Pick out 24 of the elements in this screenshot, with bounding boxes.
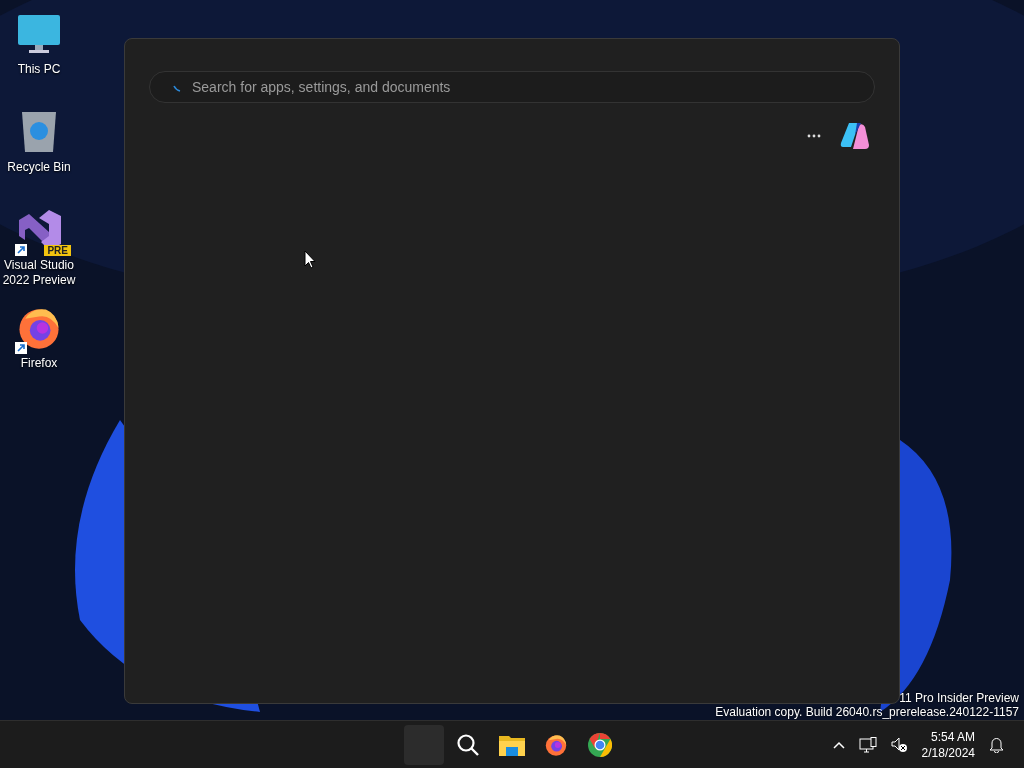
firefox-icon	[544, 732, 568, 757]
more-icon[interactable]	[807, 134, 821, 138]
spinner-icon	[173, 84, 181, 92]
mouse-cursor-icon	[304, 250, 316, 269]
watermark-text: 11 Pro Insider Preview	[899, 691, 1019, 705]
clock-time[interactable]: 5:54 AM	[930, 728, 975, 745]
desktop-icon-label[interactable]: Firefox	[20, 356, 58, 371]
muted-speaker-icon[interactable]	[890, 736, 908, 753]
watermark-text: Evaluation copy. Build 26040.rs_prerelease.240122-1157	[715, 705, 1019, 719]
network-icon[interactable]	[858, 736, 877, 753]
monitor-icon	[17, 14, 61, 54]
copilot-icon[interactable]	[839, 121, 871, 151]
bell-icon[interactable]	[989, 736, 1004, 753]
chevron-up-icon[interactable]	[832, 740, 845, 749]
recycle-bin-icon	[20, 110, 58, 154]
search-field[interactable]: Search for apps, settings, and documents	[149, 71, 875, 103]
pre-badge: PRE	[44, 245, 71, 256]
desktop-icon-label[interactable]: Recycle Bin	[7, 160, 71, 175]
search-icon	[456, 732, 480, 757]
folder-icon	[499, 733, 525, 756]
desktop-icon-label[interactable]: Visual Studio 2022 Preview	[0, 258, 78, 288]
clock-date[interactable]: 2/18/2024	[921, 744, 975, 761]
desktop-icon-label[interactable]: This PC	[17, 62, 61, 77]
chrome-icon	[588, 732, 612, 757]
